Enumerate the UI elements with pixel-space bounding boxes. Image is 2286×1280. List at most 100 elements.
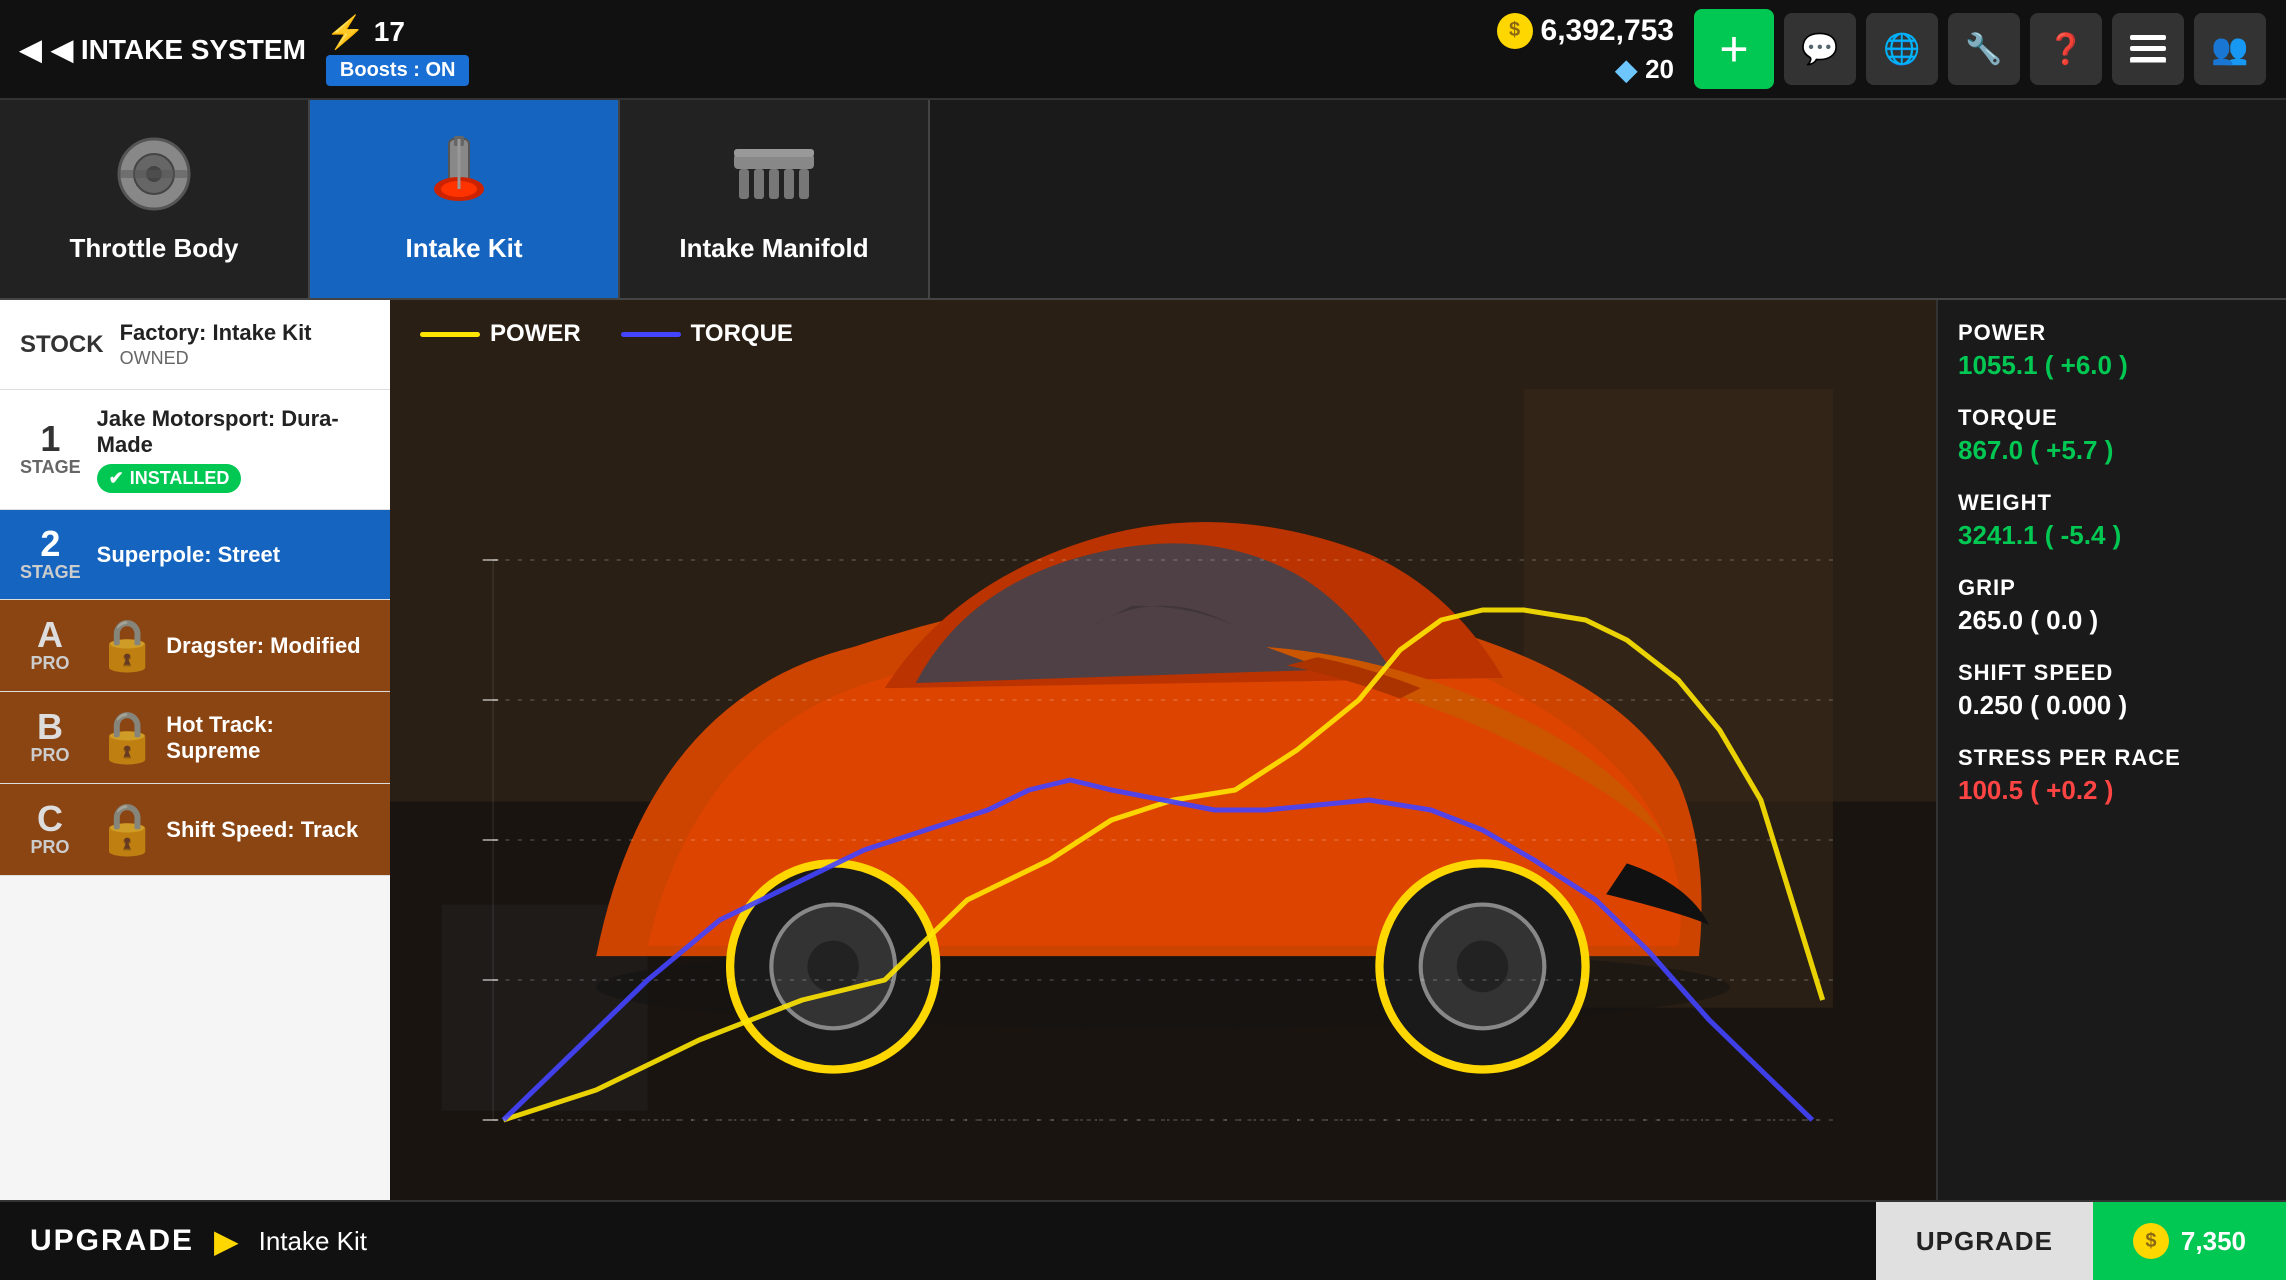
menu-button[interactable]	[2112, 13, 2184, 85]
stage1-info: Jake Motorsport: Dura-Made ✔ INSTALLED	[97, 406, 370, 493]
stat-stress: STRESS PER RACE 100.5 ( +0.2 )	[1958, 745, 2266, 806]
power-line-indicator	[420, 332, 480, 337]
currency-section: $ 6,392,753 ◆ 20	[1497, 13, 1674, 86]
stage2-label: STAGE	[20, 562, 81, 583]
upgrade-pro-b[interactable]: B PRO 🔒 Hot Track: Supreme	[0, 692, 390, 784]
lock-icon-a: 🔒	[96, 616, 158, 675]
stat-shift-speed: SHIFT SPEED 0.250 ( 0.000 )	[1958, 660, 2266, 721]
weight-value: 3241.1 ( -5.4 )	[1958, 520, 2266, 551]
stat-weight: WEIGHT 3241.1 ( -5.4 )	[1958, 490, 2266, 551]
torque-line-indicator	[621, 332, 681, 337]
back-button[interactable]: ◀ ◀ INTAKE SYSTEM	[20, 33, 306, 66]
add-currency-button[interactable]: +	[1694, 9, 1774, 89]
installed-badge: ✔ INSTALLED	[97, 464, 242, 493]
play-icon: ▶	[214, 1222, 239, 1260]
page-title: ◀ INTAKE SYSTEM	[52, 33, 306, 66]
power-legend-label: POWER	[490, 320, 581, 348]
upgrade-white-button[interactable]: UPGRADE	[1876, 1202, 2093, 1280]
stage2-name: Superpole: Street	[97, 542, 370, 568]
diamond-icon: ◆	[1616, 53, 1638, 86]
wrench-button[interactable]: 🔧	[1948, 13, 2020, 85]
throttle-body-label: Throttle Body	[70, 233, 239, 264]
check-icon: ✔	[109, 468, 124, 489]
upgrade-section-label: UPGRADE	[30, 1224, 194, 1258]
pro-b-label: PRO	[30, 745, 69, 766]
part-tabs: Throttle Body Intake Kit	[0, 100, 2286, 300]
plus-icon: +	[1719, 20, 1748, 78]
pro-c-label: PRO	[30, 837, 69, 858]
torque-legend-label: TORQUE	[691, 320, 793, 348]
back-icon: ◀	[20, 33, 42, 66]
boosts-section: ⚡ 17 Boosts : ON	[326, 13, 470, 86]
gold-currency: $ 6,392,753	[1497, 13, 1674, 49]
intake-manifold-icon	[729, 134, 819, 225]
lightning-section: ⚡ 17	[326, 13, 405, 51]
stats-panel: POWER 1055.1 ( +6.0 ) TORQUE 867.0 ( +5.…	[1936, 300, 2286, 1200]
performance-chart	[390, 300, 1936, 1200]
pro-c-num: C	[37, 801, 63, 837]
pro-c-name: Shift Speed: Track	[166, 817, 370, 843]
shift-speed-label: SHIFT SPEED	[1958, 660, 2266, 686]
intake-kit-label: Intake Kit	[405, 233, 522, 264]
throttle-body-icon	[109, 134, 199, 225]
gold-icon: $	[1497, 13, 1533, 49]
stage1-badge: 1 STAGE	[20, 421, 81, 478]
chart-legend: POWER TORQUE	[420, 320, 793, 348]
pro-a-name: Dragster: Modified	[166, 633, 370, 659]
boosts-badge[interactable]: Boosts : ON	[326, 55, 470, 86]
upgrade-green-button[interactable]: $ 7,350	[2093, 1202, 2286, 1280]
stat-grip: GRIP 265.0 ( 0.0 )	[1958, 575, 2266, 636]
pro-a-info: Dragster: Modified	[166, 633, 370, 659]
pro-a-num: A	[37, 617, 63, 653]
tab-throttle-body[interactable]: Throttle Body	[0, 100, 310, 298]
upgrade-pro-a[interactable]: A PRO 🔒 Dragster: Modified	[0, 600, 390, 692]
stat-power: POWER 1055.1 ( +6.0 )	[1958, 320, 2266, 381]
torque-legend: TORQUE	[621, 320, 793, 348]
upgrade-list: STOCK Factory: Intake Kit OWNED 1 STAGE …	[0, 300, 390, 1200]
upgrade-stage1[interactable]: 1 STAGE Jake Motorsport: Dura-Made ✔ INS…	[0, 390, 390, 510]
globe-button[interactable]: 🌐	[1866, 13, 1938, 85]
upgrade-button-section: UPGRADE $ 7,350	[1876, 1202, 2286, 1280]
upgrade-pro-c[interactable]: C PRO 🔒 Shift Speed: Track	[0, 784, 390, 876]
power-legend: POWER	[420, 320, 581, 348]
cost-currency-icon: $	[2133, 1223, 2169, 1259]
stage2-badge: 2 STAGE	[20, 526, 81, 583]
center-panel: POWER TORQUE	[390, 300, 1936, 1200]
stage1-num: 1	[40, 421, 60, 457]
pro-c-badge: C PRO	[20, 801, 80, 858]
torque-label: TORQUE	[1958, 405, 2266, 431]
tab-intake-manifold[interactable]: Intake Manifold	[620, 100, 930, 298]
pro-b-num: B	[37, 709, 63, 745]
pro-a-label: PRO	[30, 653, 69, 674]
pro-b-info: Hot Track: Supreme	[166, 712, 370, 764]
grip-value: 265.0 ( 0.0 )	[1958, 605, 2266, 636]
tab-intake-kit[interactable]: Intake Kit	[310, 100, 620, 298]
stage1-label: STAGE	[20, 457, 81, 478]
pro-a-badge: A PRO	[20, 617, 80, 674]
installed-text: INSTALLED	[130, 468, 230, 489]
stress-label: STRESS PER RACE	[1958, 745, 2266, 771]
weight-label: WEIGHT	[1958, 490, 2266, 516]
chat-button[interactable]: 💬	[1784, 13, 1856, 85]
lock-icon-c: 🔒	[96, 800, 158, 859]
stock-label: STOCK	[20, 333, 104, 357]
pro-b-badge: B PRO	[20, 709, 80, 766]
torque-value: 867.0 ( +5.7 )	[1958, 435, 2266, 466]
upgrade-stock[interactable]: STOCK Factory: Intake Kit OWNED	[0, 300, 390, 390]
diamond-currency: ◆ 20	[1616, 53, 1674, 86]
people-button[interactable]: 👥	[2194, 13, 2266, 85]
top-bar: ◀ ◀ INTAKE SYSTEM ⚡ 17 Boosts : ON $ 6,3…	[0, 0, 2286, 100]
upgrade-stage2[interactable]: 2 STAGE Superpole: Street	[0, 510, 390, 600]
top-icons: 💬 🌐 🔧 ❓ 👥	[1784, 13, 2266, 85]
upgrade-label-section: UPGRADE ▶ Intake Kit	[0, 1222, 1876, 1260]
owned-label: OWNED	[120, 348, 370, 369]
pro-c-info: Shift Speed: Track	[166, 817, 370, 843]
lightning-count: 17	[374, 16, 405, 48]
bottom-bar: UPGRADE ▶ Intake Kit UPGRADE $ 7,350	[0, 1200, 2286, 1280]
main-content: STOCK Factory: Intake Kit OWNED 1 STAGE …	[0, 300, 2286, 1200]
lock-icon-b: 🔒	[96, 708, 158, 767]
help-button[interactable]: ❓	[2030, 13, 2102, 85]
lightning-icon: ⚡	[326, 13, 366, 51]
stress-value: 100.5 ( +0.2 )	[1958, 775, 2266, 806]
stage2-num: 2	[40, 526, 60, 562]
